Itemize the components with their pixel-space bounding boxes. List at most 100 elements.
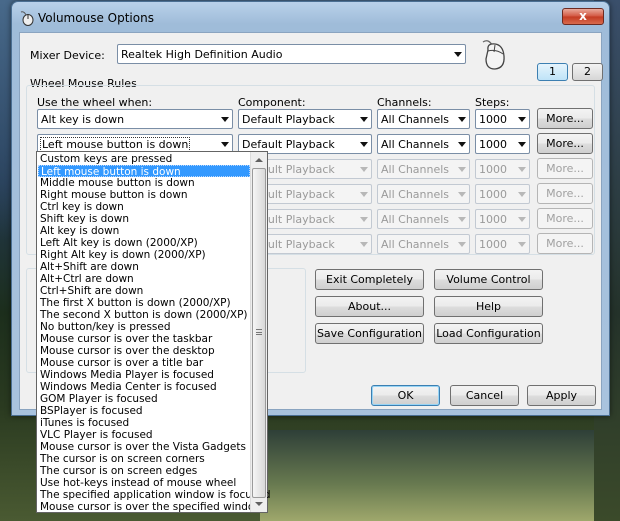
apply-button[interactable]: Apply bbox=[527, 385, 596, 406]
component-header: Component: bbox=[238, 96, 306, 109]
load-configuration-button[interactable]: Load Configuration bbox=[434, 323, 543, 344]
channels-value: All Channels bbox=[381, 238, 450, 251]
dropdown-option[interactable]: Windows Media Player is focused bbox=[38, 369, 250, 381]
use-select-1[interactable]: Alt key is down bbox=[37, 109, 233, 129]
steps-select-1[interactable]: 1000 bbox=[475, 109, 530, 129]
dropdown-option[interactable]: No button/key is pressed bbox=[38, 321, 250, 333]
dropdown-option[interactable]: VLC Player is focused bbox=[38, 429, 250, 441]
channels-select-6[interactable]: All Channels bbox=[377, 234, 470, 254]
scroll-up-button[interactable] bbox=[251, 152, 267, 168]
dropdown-option[interactable]: Alt+Shift are down bbox=[38, 261, 250, 273]
chevron-down-icon bbox=[360, 167, 368, 172]
dropdown-option[interactable]: Mouse cursor is over the taskbar bbox=[38, 333, 250, 345]
channels-select-4[interactable]: All Channels bbox=[377, 184, 470, 204]
channels-value: All Channels bbox=[381, 213, 450, 226]
scroll-thumb[interactable] bbox=[252, 168, 266, 498]
save-configuration-button[interactable]: Save Configuration bbox=[315, 323, 424, 344]
steps-select-6[interactable]: 1000 bbox=[475, 234, 530, 254]
dropdown-option[interactable]: iTunes is focused bbox=[38, 417, 250, 429]
scroll-down-button[interactable] bbox=[251, 496, 267, 512]
dropdown-option[interactable]: BSPlayer is focused bbox=[38, 405, 250, 417]
steps-select-2[interactable]: 1000 bbox=[475, 134, 530, 154]
grip-icon bbox=[256, 329, 262, 335]
dropdown-option[interactable]: The first X button is down (2000/XP) bbox=[38, 297, 250, 309]
dropdown-option[interactable]: Custom keys are pressed bbox=[38, 153, 250, 165]
page-2-button[interactable]: 2 bbox=[572, 63, 603, 81]
dropdown-option[interactable]: Mouse cursor is over a title bar bbox=[38, 357, 250, 369]
more-button-5[interactable]: More... bbox=[537, 208, 593, 229]
steps-value: 1000 bbox=[479, 188, 507, 201]
channels-select-5[interactable]: All Channels bbox=[377, 209, 470, 229]
component-value: Default Playback bbox=[242, 138, 335, 151]
dropdown-option[interactable]: Ctrl+Shift are down bbox=[38, 285, 250, 297]
dropdown-option[interactable]: Alt+Ctrl are down bbox=[38, 273, 250, 285]
dropdown-option[interactable]: Mouse cursor is over the desktop bbox=[38, 345, 250, 357]
steps-value: 1000 bbox=[479, 238, 507, 251]
chevron-down-icon bbox=[458, 242, 466, 247]
channels-value: All Channels bbox=[381, 113, 450, 126]
cancel-button[interactable]: Cancel bbox=[450, 385, 519, 406]
steps-value: 1000 bbox=[479, 113, 507, 126]
channels-select-1[interactable]: All Channels bbox=[377, 109, 470, 129]
dropdown-option[interactable]: Ctrl key is down bbox=[38, 201, 250, 213]
dropdown-option[interactable]: The cursor is on screen edges bbox=[38, 465, 250, 477]
close-button[interactable]: x bbox=[562, 8, 604, 25]
steps-header: Steps: bbox=[475, 96, 510, 109]
steps-select-5[interactable]: 1000 bbox=[475, 209, 530, 229]
component-select-1[interactable]: Default Playback bbox=[238, 109, 372, 129]
dropdown-option[interactable]: Left Alt key is down (2000/XP) bbox=[38, 237, 250, 249]
dropdown-option[interactable]: The cursor is on screen corners bbox=[38, 453, 250, 465]
ok-button[interactable]: OK bbox=[371, 385, 440, 406]
channels-select-2[interactable]: All Channels bbox=[377, 134, 470, 154]
dropdown-option[interactable]: Windows Media Center is focused bbox=[38, 381, 250, 393]
dropdown-option[interactable]: Right Alt key is down (2000/XP) bbox=[38, 249, 250, 261]
dropdown-option[interactable]: Shift key is down bbox=[38, 213, 250, 225]
mixer-device-select[interactable]: Realtek High Definition Audio bbox=[117, 44, 466, 64]
more-button-3[interactable]: More... bbox=[537, 158, 593, 179]
chevron-down-icon bbox=[360, 217, 368, 222]
chevron-down-icon bbox=[360, 142, 368, 147]
use-wheel-dropdown-list[interactable]: Custom keys are pressed Left mouse button… bbox=[36, 151, 271, 513]
volume-control-button[interactable]: Volume Control bbox=[434, 269, 543, 290]
help-button[interactable]: Help bbox=[434, 296, 543, 317]
chevron-down-icon bbox=[221, 142, 229, 147]
chevron-down-icon bbox=[518, 242, 526, 247]
exit-completely-button[interactable]: Exit Completely bbox=[315, 269, 424, 290]
dropdown-option[interactable]: Middle mouse button is down bbox=[38, 177, 250, 189]
chevron-down-icon bbox=[360, 192, 368, 197]
channels-select-3[interactable]: All Channels bbox=[377, 159, 470, 179]
steps-select-4[interactable]: 1000 bbox=[475, 184, 530, 204]
chevron-down-icon bbox=[360, 242, 368, 247]
more-button-2[interactable]: More... bbox=[537, 133, 593, 154]
dropdown-option[interactable]: GOM Player is focused bbox=[38, 393, 250, 405]
steps-value: 1000 bbox=[479, 213, 507, 226]
steps-select-3[interactable]: 1000 bbox=[475, 159, 530, 179]
chevron-down-icon bbox=[454, 52, 462, 57]
dropdown-option[interactable]: The second X button is down (2000/XP) bbox=[38, 309, 250, 321]
chevron-down-icon bbox=[360, 117, 368, 122]
chevron-down-icon bbox=[458, 117, 466, 122]
page-1-button[interactable]: 1 bbox=[537, 63, 568, 81]
more-button-6[interactable]: More... bbox=[537, 233, 593, 254]
dropdown-option[interactable]: Alt key is down bbox=[38, 225, 250, 237]
chevron-down-icon bbox=[518, 117, 526, 122]
mixer-label: Mixer Device: bbox=[30, 49, 105, 62]
arrow-up-icon bbox=[255, 158, 263, 162]
chevron-down-icon bbox=[518, 142, 526, 147]
chevron-down-icon bbox=[518, 167, 526, 172]
channels-value: All Channels bbox=[381, 138, 450, 151]
dropdown-option[interactable]: Right mouse button is down bbox=[38, 189, 250, 201]
more-button-1[interactable]: More... bbox=[537, 108, 593, 129]
dropdown-scrollbar[interactable] bbox=[250, 152, 267, 512]
use-value: Alt key is down bbox=[41, 113, 125, 126]
title-bar[interactable]: Volumouse Options x bbox=[12, 2, 609, 32]
more-button-4[interactable]: More... bbox=[537, 183, 593, 204]
chevron-down-icon bbox=[458, 192, 466, 197]
dropdown-option[interactable]: Left mouse button is down bbox=[38, 165, 250, 178]
dropdown-option[interactable]: Mouse cursor is over the Vista Gadgets bbox=[38, 441, 250, 453]
about-button[interactable]: About... bbox=[315, 296, 424, 317]
dropdown-option[interactable]: The specified application window is focu… bbox=[38, 489, 271, 501]
dropdown-option[interactable]: Mouse cursor is over the specified windo… bbox=[38, 501, 263, 513]
steps-value: 1000 bbox=[479, 163, 507, 176]
dropdown-option[interactable]: Use hot-keys instead of mouse wheel bbox=[38, 477, 250, 489]
